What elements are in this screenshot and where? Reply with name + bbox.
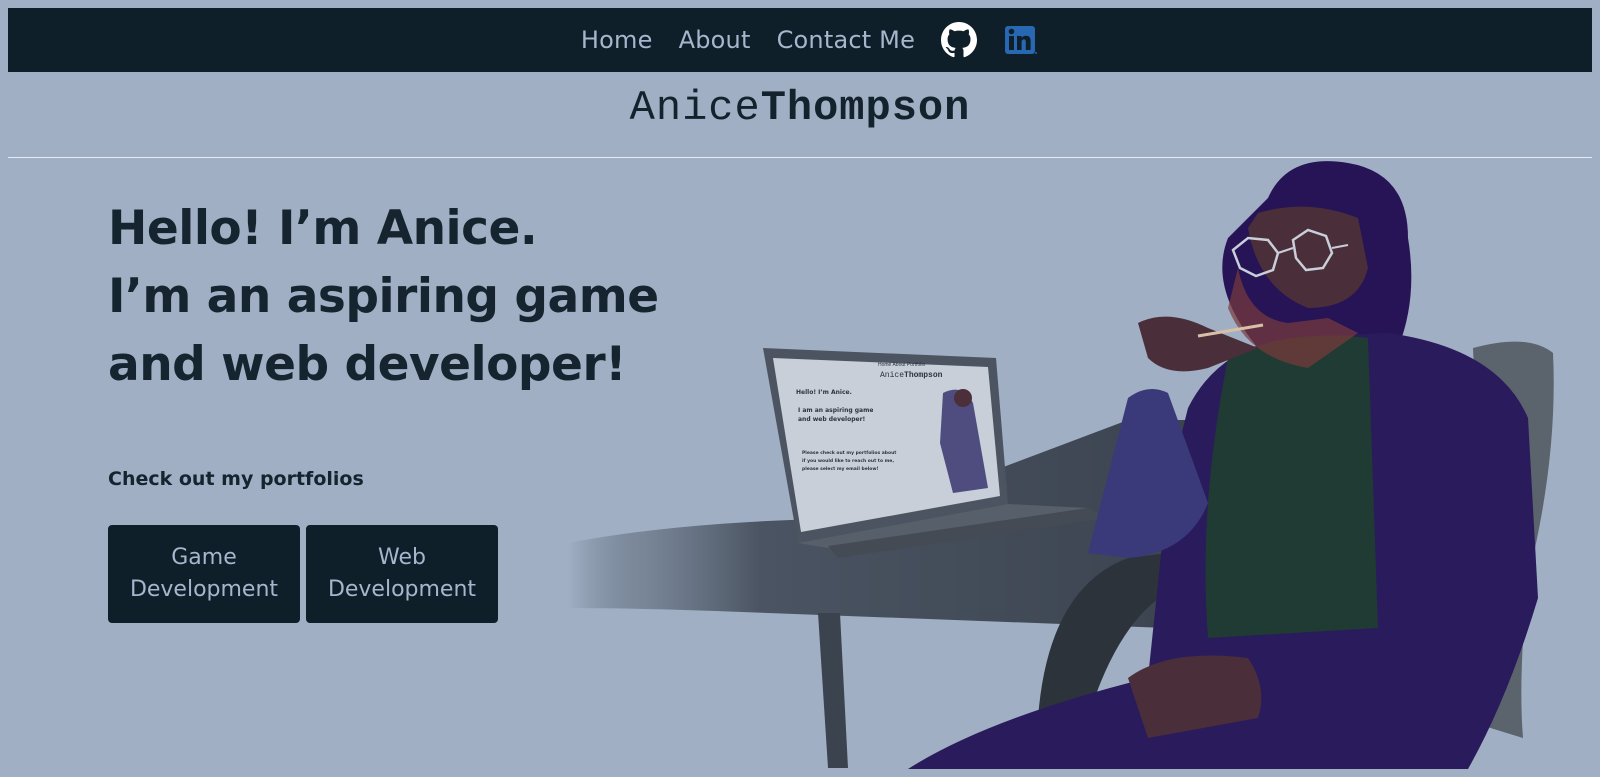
site-brand: AniceThompson (8, 84, 1592, 132)
laptop-screen-para-3: please select my email below! (802, 466, 879, 472)
hero-illustration: Home About Portfolio AniceThompson Hello… (568, 161, 1554, 769)
brand-last-name: Thompson (760, 84, 971, 132)
web-button-line-1: Web (378, 545, 426, 570)
laptop-screen-brand-last: Thompson (904, 371, 943, 380)
linkedin-icon[interactable] (1004, 24, 1038, 56)
laptop-screen-line-2: I am an aspiring game (798, 407, 873, 414)
navbar: Home About Contact Me (8, 8, 1592, 72)
brand-first-name: Anice (629, 84, 761, 132)
laptop-screen-line-3: and web developer! (798, 416, 865, 423)
game-development-button[interactable]: Game Development (108, 525, 300, 623)
game-button-line-2: Development (129, 577, 279, 602)
nav-link-about[interactable]: About (679, 26, 751, 54)
laptop-screen-para-2: if you would like to reach out to me, (802, 458, 894, 464)
web-button-line-2: Development (327, 577, 477, 602)
web-development-button[interactable]: Web Development (306, 525, 498, 623)
game-button-line-1: Game (171, 545, 237, 570)
page-frame: Home About Contact Me AniceThompson Hell… (8, 8, 1592, 769)
laptop-screen-nav: Home About Portfolio (878, 362, 925, 368)
svg-text:AniceThompson: AniceThompson (880, 371, 943, 380)
laptop-screen-para-1: Please check out my portfolios about (802, 450, 897, 456)
github-icon[interactable] (941, 22, 978, 58)
laptop-screen-brand-first: Anice (880, 371, 904, 380)
nav-link-home[interactable]: Home (581, 26, 653, 54)
nav-link-contact[interactable]: Contact Me (777, 26, 915, 54)
laptop-screen-line-1: Hello! I’m Anice. (796, 389, 852, 396)
portfolio-prompt: Check out my portfolios (108, 468, 364, 490)
